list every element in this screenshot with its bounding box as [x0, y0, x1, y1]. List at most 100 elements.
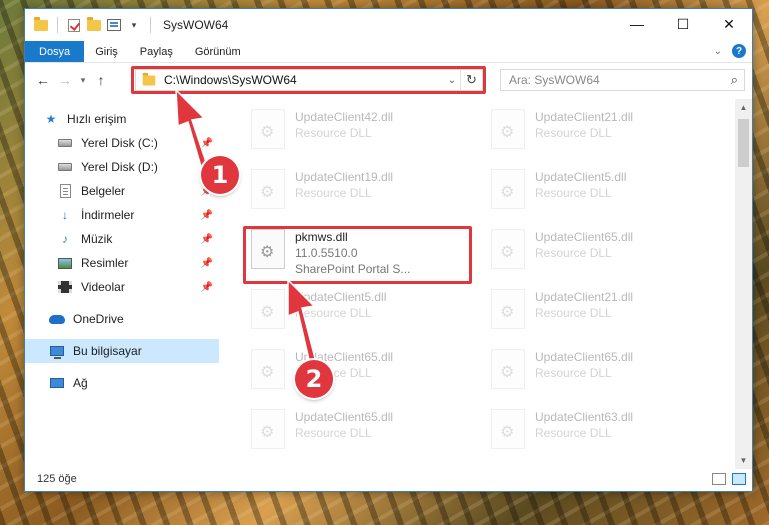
scroll-up-icon[interactable]: ▲	[735, 99, 752, 116]
file-item[interactable]: ⚙ UpdateClient65.dll Resource DLL	[245, 405, 475, 461]
search-placeholder: Ara: SysWOW64	[509, 73, 600, 87]
recent-locations-chevron-icon[interactable]: ▾	[77, 70, 89, 90]
pin-icon[interactable]: 📌	[201, 210, 213, 221]
window-title: SysWOW64	[163, 18, 229, 32]
toolbar-separator	[57, 17, 58, 33]
tab-dosya[interactable]: Dosya	[25, 41, 85, 62]
file-item[interactable]: ⚙ UpdateClient65.dll Resource DLL	[485, 345, 715, 401]
music-icon: ♪	[62, 232, 68, 246]
step-2-badge: 2	[295, 360, 333, 398]
title-bar: ▾ SysWOW64 — ☐ ✕	[25, 9, 752, 41]
back-arrow-icon[interactable]: ←	[33, 70, 53, 90]
sidebar-item-quick-access[interactable]: ★ Hızlı erişim	[25, 107, 219, 131]
file-list: ⚙ UpdateClient42.dll Resource DLL ⚙ Updat…	[239, 99, 737, 469]
vertical-scrollbar[interactable]: ▲ ▼	[735, 99, 752, 469]
sidebar-item-label: Resimler	[81, 256, 129, 270]
sidebar-item-label: Bu bilgisayar	[73, 344, 142, 358]
onedrive-icon	[49, 311, 65, 327]
file-description: Resource DLL	[535, 126, 612, 140]
sidebar-item-label: Yerel Disk (D:)	[81, 160, 158, 174]
new-folder-icon[interactable]	[86, 16, 102, 33]
navigation-pane: ★ Hızlı erişim Yerel Disk (C:) 📌 Yerel D…	[25, 99, 219, 469]
sidebar-item-local-disk-d[interactable]: Yerel Disk (D:) 📌	[25, 155, 219, 179]
sidebar-item-onedrive[interactable]: OneDrive	[25, 307, 219, 331]
pin-icon[interactable]: 📌	[201, 138, 213, 149]
customize-toolbar-icon[interactable]	[106, 17, 122, 33]
file-name: UpdateClient65.dll	[295, 410, 394, 424]
pin-icon[interactable]: 📌	[201, 234, 213, 245]
sidebar-item-label: Müzik	[81, 232, 113, 246]
file-description: Resource DLL	[295, 306, 372, 320]
file-item[interactable]: ⚙ UpdateClient5.dll Resource DLL	[245, 285, 475, 341]
file-item[interactable]: ⚙ UpdateClient19.dll Resource DLL	[245, 165, 475, 221]
tab-paylas[interactable]: Paylaş	[129, 41, 184, 62]
properties-check-icon[interactable]	[66, 17, 82, 33]
file-description: Resource DLL	[535, 366, 612, 380]
sidebar-item-local-disk-c[interactable]: Yerel Disk (C:) 📌	[25, 131, 219, 155]
file-item[interactable]: ⚙ UpdateClient21.dll Resource DLL	[485, 285, 715, 341]
sidebar-item-documents[interactable]: Belgeler 📌	[25, 179, 219, 203]
tab-gorunum[interactable]: Görünüm	[184, 41, 252, 62]
large-icons-view-icon[interactable]	[732, 473, 746, 485]
pictures-icon	[57, 255, 73, 271]
details-view-icon[interactable]	[712, 473, 726, 485]
sidebar-item-label: Ağ	[73, 376, 88, 390]
sidebar-item-label: Hızlı erişim	[67, 112, 127, 126]
star-icon: ★	[45, 112, 57, 126]
file-description: Resource DLL	[535, 186, 612, 200]
file-name: UpdateClient65.dll	[535, 350, 634, 364]
drive-icon	[57, 159, 73, 175]
sidebar-item-downloads[interactable]: ↓ İndirmeler 📌	[25, 203, 219, 227]
pkmws-file-highlight	[243, 226, 472, 284]
download-icon: ↓	[62, 208, 68, 222]
navigation-buttons: ← → ▾ ↑	[25, 70, 135, 90]
file-name: UpdateClient42.dll	[295, 110, 394, 124]
this-pc-icon	[49, 343, 65, 359]
dll-file-icon: ⚙	[251, 289, 285, 329]
minimize-button[interactable]: —	[614, 9, 660, 39]
file-item[interactable]: ⚙ UpdateClient63.dll Resource DLL	[485, 405, 715, 461]
sidebar-item-pictures[interactable]: Resimler 📌	[25, 251, 219, 275]
close-button[interactable]: ✕	[706, 9, 752, 39]
item-count: 125 öğe	[37, 473, 77, 485]
pin-icon[interactable]: 📌	[201, 282, 213, 293]
drive-icon	[57, 135, 73, 151]
file-item[interactable]: ⚙ UpdateClient5.dll Resource DLL	[485, 165, 715, 221]
file-item[interactable]: ⚙ UpdateClient65.dll Resource DLL	[485, 225, 715, 281]
forward-arrow-icon[interactable]: →	[55, 70, 75, 90]
file-name: UpdateClient63.dll	[535, 410, 634, 424]
help-icon[interactable]: ?	[732, 44, 746, 58]
search-icon[interactable]: ⌕	[731, 72, 738, 88]
tab-giris[interactable]: Giriş	[84, 41, 129, 62]
toolbar-separator	[150, 17, 151, 33]
file-name: UpdateClient5.dll	[535, 170, 627, 184]
scrollbar-thumb[interactable]	[738, 119, 749, 167]
file-name: UpdateClient21.dll	[535, 110, 634, 124]
document-icon	[57, 183, 73, 199]
sidebar-item-label: İndirmeler	[81, 208, 135, 222]
network-icon	[49, 375, 65, 391]
pin-icon[interactable]: 📌	[201, 258, 213, 269]
file-description: Resource DLL	[535, 246, 612, 260]
maximize-button[interactable]: ☐	[660, 9, 706, 39]
up-arrow-icon[interactable]: ↑	[91, 70, 111, 90]
sidebar-item-this-pc[interactable]: Bu bilgisayar	[25, 339, 219, 363]
dll-file-icon: ⚙	[491, 169, 525, 209]
file-description: Resource DLL	[535, 426, 612, 440]
sidebar-item-label: Yerel Disk (C:)	[81, 136, 158, 150]
sidebar-item-music[interactable]: ♪ Müzik 📌	[25, 227, 219, 251]
file-item[interactable]: ⚙ UpdateClient42.dll Resource DLL	[245, 105, 475, 161]
file-name: UpdateClient19.dll	[295, 170, 394, 184]
file-description: Resource DLL	[535, 306, 612, 320]
sidebar-item-network[interactable]: Ağ	[25, 371, 219, 395]
sidebar-item-videos[interactable]: Videolar 📌	[25, 275, 219, 299]
window-controls: — ☐ ✕	[614, 9, 752, 39]
file-item[interactable]: ⚙ UpdateClient21.dll Resource DLL	[485, 105, 715, 161]
address-row: ← → ▾ ↑ C:\Windows\SysWOW64 ⌄ ↻ Ara: Sys…	[25, 63, 752, 97]
file-description: Resource DLL	[295, 186, 372, 200]
expand-ribbon-icon[interactable]: ⌄	[714, 46, 722, 57]
address-bar-highlight	[131, 66, 486, 94]
toolbar-dropdown-icon[interactable]: ▾	[126, 17, 142, 33]
file-item[interactable]: ⚙ UpdateClient65.dll Resource DLL	[245, 345, 475, 401]
search-box[interactable]: Ara: SysWOW64 ⌕	[500, 69, 745, 91]
